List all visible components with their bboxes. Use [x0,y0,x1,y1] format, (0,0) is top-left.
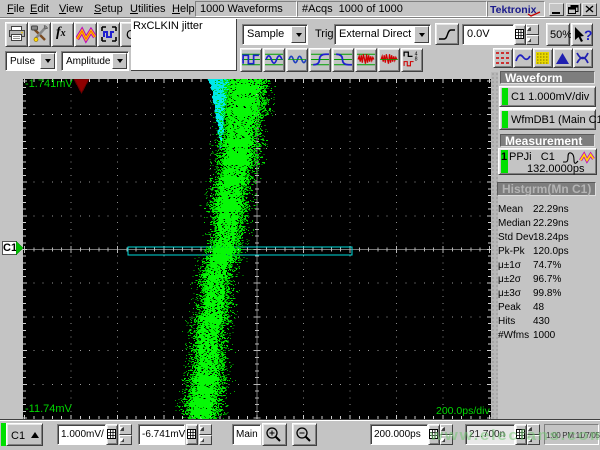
svg-text:8: 8 [415,57,418,63]
svg-text:?: ? [584,27,593,43]
